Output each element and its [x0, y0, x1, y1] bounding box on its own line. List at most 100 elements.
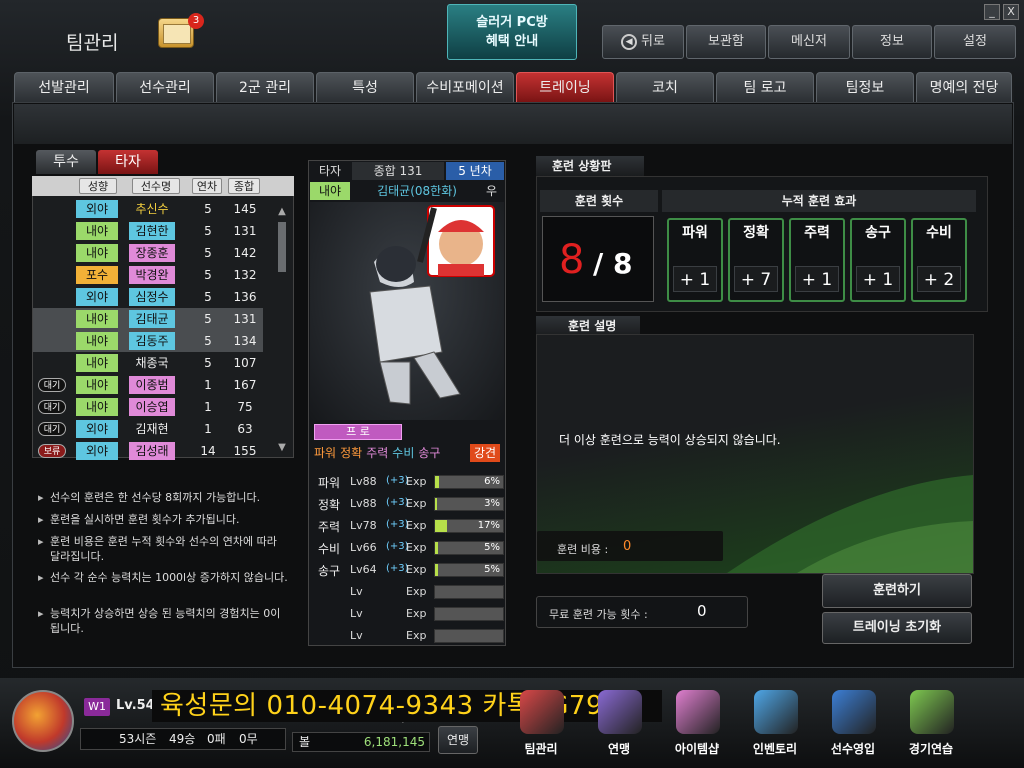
minimize-icon[interactable]: _ [984, 4, 1000, 20]
player-character-image [310, 202, 504, 420]
exp-bar-fill [435, 542, 439, 554]
exp-bar [434, 607, 504, 621]
back-label: 뒤로 [641, 34, 665, 49]
table-row[interactable]: 포수 박경완 5 132 [33, 264, 263, 286]
list-scrollbar[interactable]: ▲ ▼ [275, 206, 289, 456]
effect-value: + 1 [795, 266, 839, 292]
stat-level: Lv [350, 629, 363, 642]
header-years[interactable]: 연차 [192, 178, 222, 194]
position-label: 내야 [76, 398, 118, 416]
table-row[interactable]: 내야 채종국 5 107 [33, 352, 263, 374]
table-row[interactable]: 대기 외야 김재현 1 63 [33, 418, 263, 440]
tab-7[interactable]: 코치 [616, 72, 714, 102]
effect-value: + 1 [856, 266, 900, 292]
stat-name: 파워 [318, 476, 341, 490]
reset-training-button[interactable]: 트레이닝 초기화 [822, 612, 972, 644]
effect-1: 파워 + 1 [667, 218, 723, 302]
table-row[interactable]: 대기 내야 이승엽 1 75 [33, 396, 263, 418]
tip-item: 훈련을 실시하면 훈련 횟수가 추가됩니다. [38, 512, 290, 527]
league-mini-button[interactable]: 연맹 [438, 726, 478, 754]
header-tendency[interactable]: 성향 [79, 178, 117, 194]
scroll-down-icon[interactable]: ▼ [275, 442, 289, 454]
nav-item-1[interactable]: 팀관리 [506, 690, 576, 762]
messenger-button[interactable]: 메신저 [768, 25, 850, 59]
team-logo-icon [12, 690, 74, 752]
nav-item-5[interactable]: 선수영입 [818, 690, 888, 762]
table-row[interactable]: 내야 김동주 5 134 [33, 330, 263, 352]
position-label: 내야 [76, 222, 118, 240]
exp-bar: 5% [434, 563, 504, 577]
train-button[interactable]: 훈련하기 [822, 574, 972, 608]
years-label: 5 [204, 312, 212, 326]
tab-6[interactable]: 트레이닝 [516, 72, 614, 102]
nav-label: 선수영입 [830, 742, 876, 756]
table-row[interactable]: 대기 내야 이종범 1 167 [33, 374, 263, 396]
ball-currency: 볼 6,181,145 [292, 732, 430, 752]
table-row[interactable]: 보류 외야 김성래 14 155 [33, 440, 263, 462]
player-name: 박경완 [129, 266, 175, 284]
table-row[interactable]: 내야 김태균 5 131 [33, 308, 263, 330]
trait-label: 송구 [418, 446, 441, 460]
nav-item-4[interactable]: 인벤토리 [740, 690, 810, 762]
stat-level: Lv78 [350, 519, 377, 532]
stat-level: Lv64 [350, 563, 377, 576]
storage-button[interactable]: 보관함 [686, 25, 766, 59]
player-name: 김태균(08한화) [377, 184, 457, 198]
tab-4[interactable]: 특성 [316, 72, 414, 102]
draws-label: 0패 [207, 732, 226, 746]
mail-count-badge: 3 [188, 13, 204, 29]
wins-label: 49승 [169, 732, 196, 746]
back-button[interactable]: ◀ 뒤로 [602, 25, 684, 59]
training-count-box: 8 / 8 [542, 216, 654, 302]
position-label: 내야 [76, 376, 118, 394]
tab-5[interactable]: 수비포메이션 [416, 72, 514, 102]
overall-label: 131 [233, 312, 257, 326]
effect-name: 수비 [926, 225, 952, 241]
stat-level: Lv66 [350, 541, 377, 554]
tab-8[interactable]: 팀 로고 [716, 72, 814, 102]
stat-exp-label: Exp [406, 519, 427, 532]
losses-label: 0무 [239, 732, 258, 746]
settings-button[interactable]: 설정 [934, 25, 1016, 59]
tab-1[interactable]: 선발관리 [14, 72, 114, 102]
nav-item-2[interactable]: 연맹 [584, 690, 654, 762]
tab-2[interactable]: 선수관리 [116, 72, 214, 102]
overall-label: 145 [233, 202, 257, 216]
years-label: 5 [204, 202, 212, 216]
tab-10[interactable]: 명예의 전당 [916, 72, 1012, 102]
close-icon[interactable]: X [1003, 4, 1019, 20]
stat-row: 파워 Lv88 (+3) Exp 6% [314, 472, 504, 492]
training-description-box: 더 이상 훈련으로 능력이 상승되지 않습니다. 훈련 비용 : 0 [536, 334, 974, 574]
tab-pitcher[interactable]: 투수 [36, 150, 96, 174]
player-name: 이종범 [129, 376, 175, 394]
nav-item-6[interactable]: 경기연습 [896, 690, 966, 762]
table-row[interactable]: 외야 심정수 5 136 [33, 286, 263, 308]
table-row[interactable]: 내야 장종훈 5 142 [33, 242, 263, 264]
nav-label: 연맹 [607, 742, 631, 756]
pcbang-benefit-button[interactable]: 슬러거 PC방 혜택 안내 [447, 4, 577, 60]
overall-label: 142 [233, 246, 257, 260]
scroll-thumb[interactable] [278, 222, 286, 272]
overall-label: 155 [233, 444, 257, 458]
tab-3[interactable]: 2군 관리 [216, 72, 314, 102]
nav-item-3[interactable]: 아이템샵 [662, 690, 732, 762]
info-button[interactable]: 정보 [852, 25, 932, 59]
nav-icon [832, 690, 876, 734]
years-label: 5 [204, 356, 212, 370]
years-label: 5 [204, 268, 212, 282]
trait-label: 수비 [392, 446, 415, 460]
tab-9[interactable]: 팀정보 [816, 72, 914, 102]
effect-3: 주력 + 1 [789, 218, 845, 302]
batter-figure [369, 205, 495, 405]
table-row[interactable]: 내야 김현한 5 131 [33, 220, 263, 242]
effect-name: 정확 [743, 225, 769, 241]
status-tag: 보류 [38, 444, 66, 458]
table-row[interactable]: 외야 추신수 5 145 [33, 198, 263, 220]
effect-5: 수비 + 2 [911, 218, 967, 302]
tab-batter[interactable]: 타자 [98, 150, 158, 174]
header-overall[interactable]: 종합 [228, 178, 260, 194]
header-name[interactable]: 선수명 [132, 178, 180, 194]
status-tag: 대기 [38, 400, 66, 414]
cumulative-effect-label: 누적 훈련 효과 [662, 190, 976, 212]
scroll-up-icon[interactable]: ▲ [275, 206, 289, 218]
